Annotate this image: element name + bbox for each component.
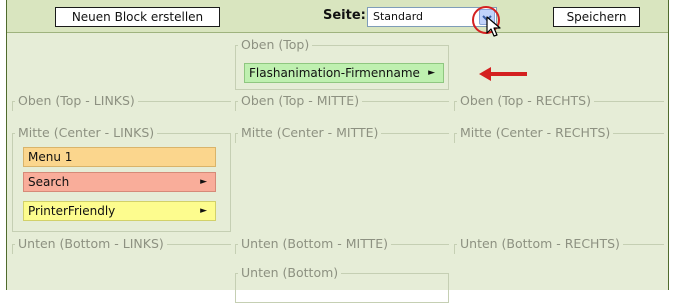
block-menu-1[interactable]: Menu 1 [23,147,216,167]
region-label-top-right: Oben (Top - RECHTS) [457,93,594,108]
region-bottom: Unten (Bottom) [235,264,449,283]
block-printer-friendly[interactable]: PrinterFriendly ► [23,201,216,221]
region-label-top-middle: Oben (Top - MITTE) [238,93,363,108]
region-center-left: Mitte (Center - LINKS) [12,124,231,143]
block-label: Flashanimation-Firmenname [249,66,420,80]
page-label: Seite: [323,8,366,23]
block-search[interactable]: Search ► [23,172,216,192]
block-label: PrinterFriendly [28,204,116,218]
region-bottom-left: Unten (Bottom - LINKS) [12,235,231,254]
block-label: Menu 1 [28,150,73,164]
page-select-value: Standard [373,10,424,23]
new-block-button[interactable]: Neuen Block erstellen [55,7,220,27]
region-center-right: Mitte (Center - RECHTS) [454,124,664,143]
region-center-middle: Mitte (Center - MITTE) [235,124,449,143]
region-label-bottom-middle: Unten (Bottom - MITTE) [238,236,392,251]
region-top-left: Oben (Top - LINKS) [12,92,231,111]
red-left-arrow-icon [479,67,527,81]
region-label-top: Oben (Top) [238,37,313,52]
region-bottom-right: Unten (Bottom - RECHTS) [454,235,664,254]
block-label: Search [28,175,70,189]
toolbar: Neuen Block erstellen Seite: Standard Sp… [7,0,668,34]
region-top-middle: Oben (Top - MITTE) [235,92,449,111]
region-label-center-middle: Mitte (Center - MITTE) [238,125,382,140]
block-flashanimation[interactable]: Flashanimation-Firmenname ► [244,63,444,83]
region-top: Oben (Top) [235,36,449,55]
region-label-center-right: Mitte (Center - RECHTS) [457,125,614,140]
save-button[interactable]: Speichern [553,7,640,27]
region-label-center-left: Mitte (Center - LINKS) [15,125,158,140]
region-label-bottom-right: Unten (Bottom - RECHTS) [457,236,623,251]
region-top-right: Oben (Top - RECHTS) [454,92,664,111]
block-arrow-icon[interactable]: ► [428,64,435,82]
region-bottom-middle: Unten (Bottom - MITTE) [235,235,449,254]
mouse-pointer-icon [486,16,501,37]
region-label-top-left: Oben (Top - LINKS) [15,93,138,108]
region-label-bottom-left: Unten (Bottom - LINKS) [15,236,167,251]
block-arrow-icon[interactable]: ► [200,202,207,220]
layout-editor: Neuen Block erstellen Seite: Standard Sp… [6,0,669,303]
region-label-bottom: Unten (Bottom) [238,265,342,280]
block-arrow-icon[interactable]: ► [200,173,207,191]
